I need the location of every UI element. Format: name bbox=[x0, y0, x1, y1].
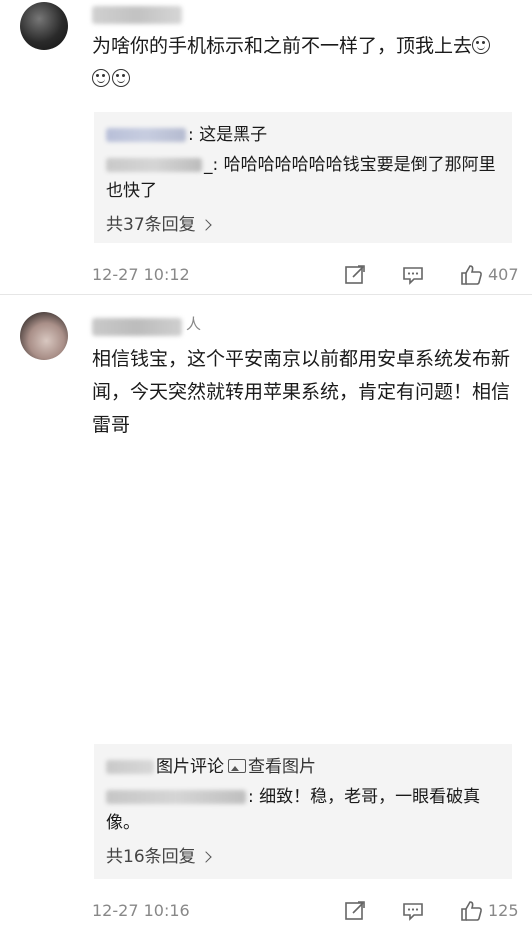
share-edit-icon[interactable] bbox=[344, 264, 366, 290]
reply-username-blurred[interactable] bbox=[106, 128, 186, 142]
reply-username-blurred[interactable] bbox=[106, 760, 154, 774]
comment-meta: 12-27 10:12 407 bbox=[92, 262, 519, 290]
reply-item: _: 哈哈哈哈哈哈哈钱宝要是倒了那阿里也快了 bbox=[106, 155, 496, 201]
grin-emoji bbox=[92, 69, 110, 87]
comment-item: 人 相信钱宝，这个平安南京以前都用安卓系统发布新闻，今天突然就转用苹果系统，肯定… bbox=[0, 294, 532, 921]
reply-username-blurred[interactable] bbox=[106, 158, 202, 172]
like-count: 125 bbox=[488, 901, 519, 920]
timestamp: 12-27 10:12 bbox=[92, 265, 190, 284]
avatar[interactable] bbox=[20, 2, 68, 50]
reply-box[interactable]: : 这是黑子 _: 哈哈哈哈哈哈哈钱宝要是倒了那阿里也快了 共37条回复 bbox=[94, 112, 512, 243]
reply-item: 图片评论 查看图片 bbox=[106, 754, 500, 780]
username-blurred[interactable] bbox=[92, 6, 182, 24]
username-suffix: 人 bbox=[186, 315, 202, 333]
view-all-replies-link[interactable]: 共37条回复 bbox=[106, 210, 500, 235]
chevron-right-icon bbox=[199, 851, 212, 863]
reply-item: : 细致！稳，老哥，一眼看破真像。 bbox=[106, 787, 481, 833]
reply-item: : 这是黑子 bbox=[106, 122, 500, 148]
reply-username-blurred[interactable] bbox=[106, 790, 246, 804]
comment-bubble-icon[interactable] bbox=[402, 900, 424, 926]
comment-text: 相信钱宝，这个平安南京以前都用安卓系统发布新闻，今天突然就转用苹果系统，肯定有问… bbox=[92, 348, 511, 436]
comment-text: 为啥你的手机标示和之前不一样了，顶我上去 bbox=[92, 30, 510, 96]
grin-emoji bbox=[472, 36, 491, 54]
share-edit-icon[interactable] bbox=[344, 900, 366, 926]
view-all-replies-link[interactable]: 共16条回复 bbox=[106, 842, 500, 867]
thumbs-up-icon[interactable] bbox=[460, 264, 484, 290]
reply-box[interactable]: 图片评论 查看图片 : 细致！稳，老哥，一眼看破真像。 共16条回复 bbox=[94, 744, 512, 879]
chevron-right-icon bbox=[199, 219, 212, 231]
picture-icon bbox=[228, 759, 246, 773]
comment-meta: 12-27 10:16 125 bbox=[92, 898, 519, 926]
avatar[interactable] bbox=[20, 312, 68, 360]
timestamp: 12-27 10:16 bbox=[92, 901, 190, 920]
comment-item: 为啥你的手机标示和之前不一样了，顶我上去 : 这是黑子 _: 哈哈哈哈哈哈哈钱宝… bbox=[0, 0, 532, 294]
grin-emoji bbox=[112, 69, 130, 87]
comment-bubble-icon[interactable] bbox=[402, 264, 424, 290]
thumbs-up-icon[interactable] bbox=[460, 900, 484, 926]
like-count: 407 bbox=[488, 265, 519, 284]
view-picture-link[interactable]: 查看图片 bbox=[228, 757, 316, 777]
username-blurred[interactable] bbox=[92, 318, 182, 336]
